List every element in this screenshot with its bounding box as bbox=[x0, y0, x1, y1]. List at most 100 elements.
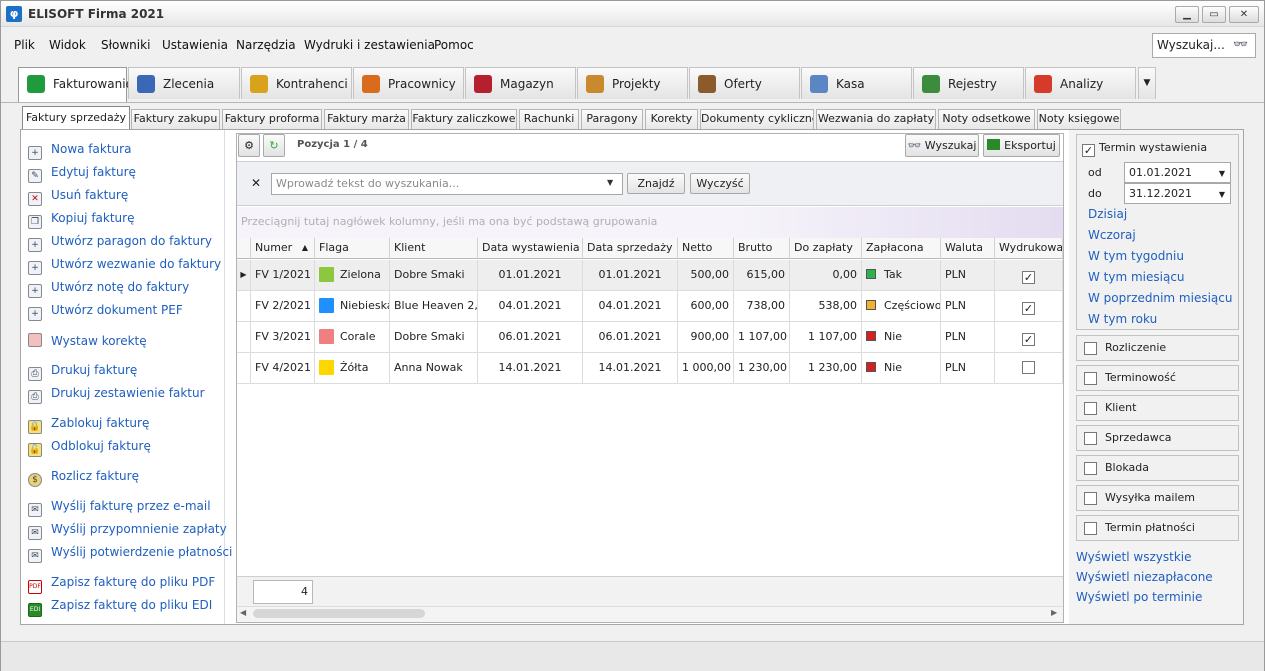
menu-pomoc[interactable]: Pomoc bbox=[434, 38, 474, 52]
cell-zaplacona[interactable]: Tak bbox=[862, 260, 941, 291]
cell-brutto[interactable]: 738,00 bbox=[734, 291, 790, 322]
cell-zaplacona[interactable]: Nie bbox=[862, 353, 941, 384]
cell-klient[interactable]: Blue Heaven 2,5 bbox=[390, 291, 478, 322]
cell-klient[interactable]: Dobre Smaki bbox=[390, 260, 478, 291]
cell-numer[interactable]: FV 2/2021 bbox=[251, 291, 315, 322]
cell-data_wyst[interactable]: 06.01.2021 bbox=[478, 322, 583, 353]
tab-kasa[interactable]: Kasa bbox=[801, 67, 912, 99]
action-zapisz-pdf[interactable]: PDF Zapisz fakturę do pliku PDF bbox=[28, 575, 215, 594]
cell-numer[interactable]: FV 4/2021 bbox=[251, 353, 315, 384]
action-nowa-faktura[interactable]: + Nowa faktura bbox=[28, 142, 131, 160]
cell-waluta[interactable]: PLN bbox=[941, 322, 995, 353]
current-row-arrow-icon[interactable]: ▶ bbox=[237, 260, 251, 291]
cell-data_wyst[interactable]: 01.01.2021 bbox=[478, 260, 583, 291]
cell-klient[interactable]: Dobre Smaki bbox=[390, 322, 478, 353]
cell-data_sprz[interactable]: 14.01.2021 bbox=[583, 353, 678, 384]
export-button[interactable]: Eksportuj bbox=[983, 134, 1060, 157]
tab-kontrahenci[interactable]: Kontrahenci bbox=[241, 67, 352, 99]
subtab-faktury-proforma[interactable]: Faktury proforma bbox=[222, 109, 322, 129]
printed-checkbox[interactable]: ✓ bbox=[1022, 302, 1035, 315]
action-utworz-pef[interactable]: + Utwórz dokument PEF bbox=[28, 303, 183, 321]
cell-netto[interactable]: 500,00 bbox=[678, 260, 734, 291]
cell-flaga[interactable]: Corale bbox=[315, 322, 390, 353]
maximize-button[interactable]: ▭ bbox=[1202, 6, 1226, 23]
termin-checkbox[interactable]: ✓ bbox=[1082, 140, 1095, 157]
menu-wydruki[interactable]: Wydruki i zestawienia bbox=[304, 38, 435, 52]
cell-brutto[interactable]: 615,00 bbox=[734, 260, 790, 291]
row-indicator[interactable] bbox=[237, 322, 251, 353]
cell-brutto[interactable]: 1 107,00 bbox=[734, 322, 790, 353]
col-wydrukowana[interactable]: Wydrukowana bbox=[995, 238, 1063, 259]
ribbon-more-chevron-icon[interactable]: ▼ bbox=[1138, 67, 1156, 99]
cell-flaga[interactable]: Żółta bbox=[315, 353, 390, 384]
cell-waluta[interactable]: PLN bbox=[941, 353, 995, 384]
subtab-faktury-zakupu[interactable]: Faktury zakupu bbox=[131, 109, 220, 129]
subtab-paragony[interactable]: Paragony bbox=[581, 109, 643, 129]
action-rozlicz-fakture[interactable]: $ Rozlicz fakturę bbox=[28, 469, 139, 487]
cell-do_zaplaty[interactable]: 1 230,00 bbox=[790, 353, 862, 384]
quick-w-tym-roku[interactable]: W tym roku bbox=[1088, 312, 1157, 326]
cell-data_sprz[interactable]: 01.01.2021 bbox=[583, 260, 678, 291]
action-wyslij-przypomnienie[interactable]: ✉ Wyślij przypomnienie zapłaty bbox=[28, 522, 227, 540]
menu-slowniki[interactable]: Słowniki bbox=[101, 38, 150, 52]
cell-numer[interactable]: FV 1/2021 bbox=[251, 260, 315, 291]
cell-do_zaplaty[interactable]: 0,00 bbox=[790, 260, 862, 291]
subtab-faktury-marza[interactable]: Faktury marża bbox=[324, 109, 409, 129]
action-utworz-paragon[interactable]: + Utwórz paragon do faktury bbox=[28, 234, 212, 252]
cell-zaplacona[interactable]: Nie bbox=[862, 322, 941, 353]
find-input[interactable]: Wprowadź tekst do wyszukania... bbox=[271, 173, 623, 195]
cell-flaga[interactable]: Niebieska bbox=[315, 291, 390, 322]
binoculars-icon[interactable]: 👓 bbox=[1233, 37, 1248, 51]
cell-numer[interactable]: FV 3/2021 bbox=[251, 322, 315, 353]
cell-do_zaplaty[interactable]: 538,00 bbox=[790, 291, 862, 322]
menu-narzedzia[interactable]: Narzędzia bbox=[236, 38, 296, 52]
action-usun-fakture[interactable]: ✕ Usuń fakturę bbox=[28, 188, 128, 206]
printed-checkbox[interactable]: ✓ bbox=[1022, 333, 1035, 346]
action-odblokuj-fakture[interactable]: 🔓 Odblokuj fakturę bbox=[28, 439, 151, 457]
col-zaplacona[interactable]: Zapłacona bbox=[862, 238, 941, 259]
filter-terminowosc[interactable]: Terminowość bbox=[1076, 365, 1239, 391]
cell-printed[interactable]: ✓ bbox=[995, 322, 1063, 353]
tab-projekty[interactable]: Projekty bbox=[577, 67, 688, 99]
action-drukuj-zestawienie[interactable]: ⎙ Drukuj zestawienie faktur bbox=[28, 386, 205, 404]
tab-pracownicy[interactable]: Pracownicy bbox=[353, 67, 464, 99]
subtab-noty-ksiegowe[interactable]: Noty księgowe bbox=[1037, 109, 1121, 129]
printed-checkbox[interactable] bbox=[1022, 361, 1035, 374]
filter-blokada[interactable]: Blokada bbox=[1076, 455, 1239, 481]
cell-netto[interactable]: 900,00 bbox=[678, 322, 734, 353]
col-flaga[interactable]: Flaga bbox=[315, 238, 390, 259]
subtab-korekty[interactable]: Korekty bbox=[645, 109, 698, 129]
scroll-right-icon[interactable]: ▶ bbox=[1051, 608, 1057, 617]
search-button[interactable]: 👓 Wyszukaj bbox=[905, 134, 979, 157]
chevron-down-icon[interactable]: ▼ bbox=[607, 178, 613, 187]
subtab-rachunki[interactable]: Rachunki bbox=[519, 109, 579, 129]
cell-brutto[interactable]: 1 230,00 bbox=[734, 353, 790, 384]
subtab-wezwania[interactable]: Wezwania do zapłaty bbox=[816, 109, 936, 129]
tab-analizy[interactable]: Analizy bbox=[1025, 67, 1136, 99]
tab-zlecenia[interactable]: Zlecenia bbox=[128, 67, 240, 99]
col-klient[interactable]: Klient bbox=[390, 238, 478, 259]
col-waluta[interactable]: Waluta bbox=[941, 238, 995, 259]
subtab-faktury-zaliczkowe[interactable]: Faktury zaliczkowe bbox=[411, 109, 517, 129]
tab-oferty[interactable]: Oferty bbox=[689, 67, 800, 99]
group-by-area[interactable]: Przeciągnij tutaj nagłówek kolumny, jeśl… bbox=[237, 207, 1063, 238]
link-wyswietl-po-terminie[interactable]: Wyświetl po terminie bbox=[1076, 590, 1202, 604]
cell-klient[interactable]: Anna Nowak bbox=[390, 353, 478, 384]
printed-checkbox[interactable]: ✓ bbox=[1022, 271, 1035, 284]
tab-fakturowanie[interactable]: Fakturowanie bbox=[18, 67, 133, 102]
quick-dzisiaj[interactable]: Dzisiaj bbox=[1088, 207, 1127, 221]
action-zablokuj-fakture[interactable]: 🔒 Zablokuj fakturę bbox=[28, 416, 149, 434]
cell-data_sprz[interactable]: 04.01.2021 bbox=[583, 291, 678, 322]
action-utworz-wezwanie[interactable]: + Utwórz wezwanie do faktury bbox=[28, 257, 221, 275]
col-brutto[interactable]: Brutto bbox=[734, 238, 790, 259]
cell-data_wyst[interactable]: 14.01.2021 bbox=[478, 353, 583, 384]
scroll-left-icon[interactable]: ◀ bbox=[240, 608, 246, 617]
cell-data_wyst[interactable]: 04.01.2021 bbox=[478, 291, 583, 322]
action-edytuj-fakture[interactable]: ✎ Edytuj fakturę bbox=[28, 165, 136, 183]
date-to-input[interactable]: 31.12.2021 ▼ bbox=[1124, 183, 1231, 204]
action-wyslij-email[interactable]: ✉ Wyślij fakturę przez e-mail bbox=[28, 499, 211, 517]
cell-printed[interactable]: ✓ bbox=[995, 291, 1063, 322]
subtab-noty-odsetkowe[interactable]: Noty odsetkowe bbox=[938, 109, 1035, 129]
filter-sprzedawca[interactable]: Sprzedawca bbox=[1076, 425, 1239, 451]
refresh-icon[interactable]: ↻ bbox=[263, 134, 285, 157]
